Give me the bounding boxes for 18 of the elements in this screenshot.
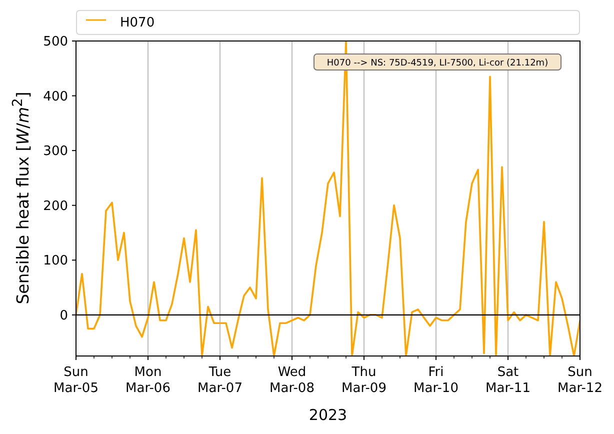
annotation: H070 --> NS: 75D-4519, LI-7500, Li-cor (21.12m) [326, 58, 548, 68]
x-tick-label: Sun Mar-12 [558, 365, 602, 396]
x-tick-label: Mon Mar-06 [126, 365, 170, 396]
x-tick-label: Sat Mar-11 [486, 365, 530, 396]
legend-label: H070 [120, 16, 155, 30]
y-tick-label: 500 [43, 34, 68, 50]
x-tick-label: Wed Mar-08 [270, 365, 314, 396]
y-tick-label: 0 [60, 308, 68, 324]
x-tick-label: Thu Mar-09 [342, 365, 386, 396]
x-axis-label: 2023 [308, 406, 348, 424]
x-tick-label: Sun Mar-05 [54, 365, 98, 396]
x-tick-label: Tue Mar-07 [198, 365, 242, 396]
x-tick-label: Fri Mar-10 [414, 365, 458, 396]
sensor-annotation: H070 --> NS: 75D-4519, LI-7500, Li-cor (21.12m) [314, 54, 562, 70]
y-tick-label: 300 [43, 144, 68, 160]
y-tick-label: 400 [43, 89, 68, 104]
y-tick-label: 100 [43, 254, 68, 269]
y-tick-label: 200 [43, 198, 68, 214]
